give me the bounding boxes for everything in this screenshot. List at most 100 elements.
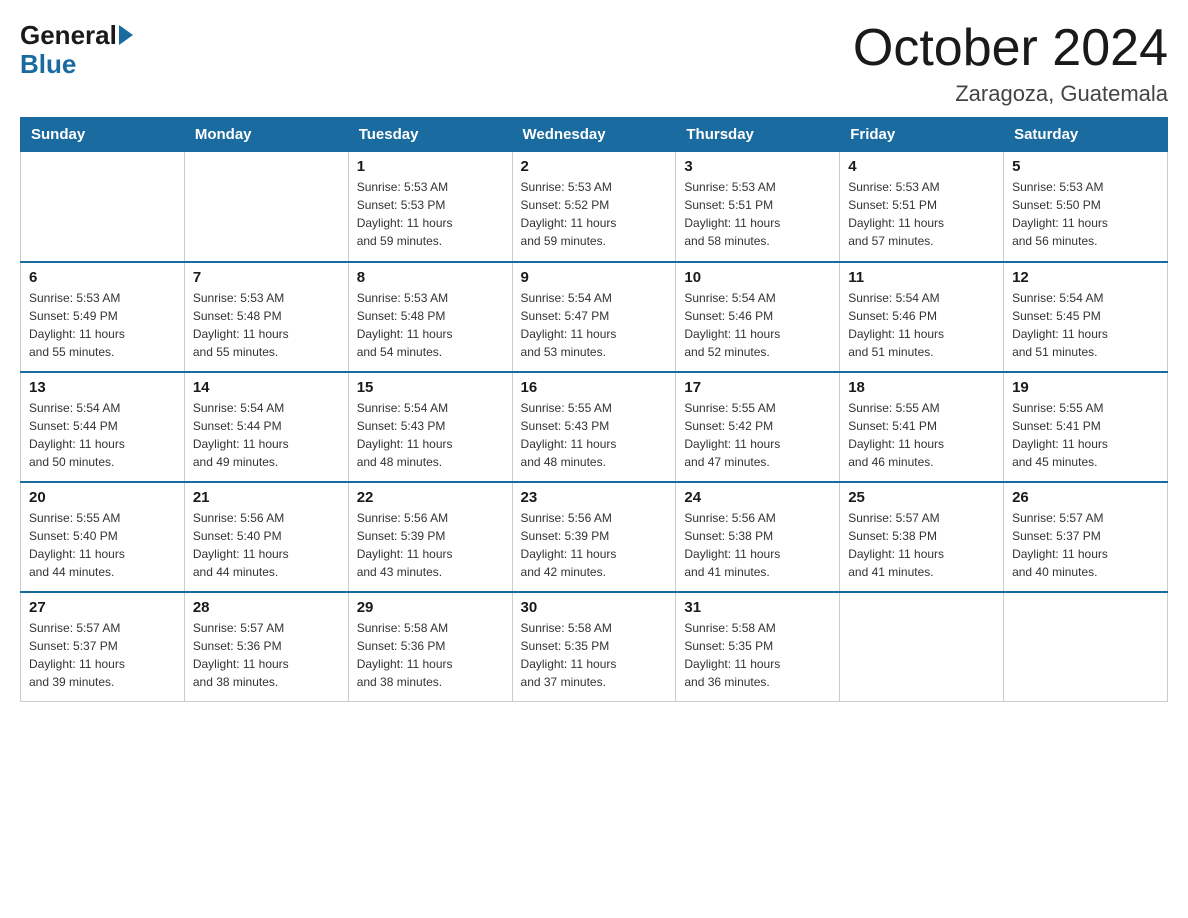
day-info: Sunrise: 5:55 AM Sunset: 5:40 PM Dayligh… xyxy=(29,509,176,581)
weekday-header-tuesday: Tuesday xyxy=(348,118,512,152)
day-info: Sunrise: 5:53 AM Sunset: 5:52 PM Dayligh… xyxy=(521,178,668,250)
calendar-cell: 20Sunrise: 5:55 AM Sunset: 5:40 PM Dayli… xyxy=(21,482,185,592)
day-number: 7 xyxy=(193,269,340,286)
day-info: Sunrise: 5:56 AM Sunset: 5:40 PM Dayligh… xyxy=(193,509,340,581)
calendar-cell: 8 Sunrise: 5:53 AM Sunset: 5:48 PM Daylig… xyxy=(348,262,512,372)
calendar-cell: 12Sunrise: 5:54 AM Sunset: 5:45 PM Dayli… xyxy=(1004,262,1168,372)
weekday-header-thursday: Thursday xyxy=(676,118,840,152)
calendar-cell: 1Sunrise: 5:53 AM Sunset: 5:53 PM Daylig… xyxy=(348,152,512,262)
day-number: 2 xyxy=(521,158,668,175)
day-number: 25 xyxy=(848,489,995,506)
day-number: 28 xyxy=(193,599,340,616)
calendar-cell: 4 Sunrise: 5:53 AM Sunset: 5:51 PM Daylig… xyxy=(840,152,1004,262)
calendar-cell: 31 Sunrise: 5:58 AM Sunset: 5:35 PM Dayli… xyxy=(676,592,840,702)
location-title: Zaragoza, Guatemala xyxy=(853,81,1168,107)
day-number: 5 xyxy=(1012,158,1159,175)
calendar-cell: 6Sunrise: 5:53 AM Sunset: 5:49 PM Daylig… xyxy=(21,262,185,372)
day-info: Sunrise: 5:56 AM Sunset: 5:39 PM Dayligh… xyxy=(357,509,504,581)
day-number: 8 xyxy=(357,269,504,286)
calendar-cell: 5 Sunrise: 5:53 AM Sunset: 5:50 PM Daylig… xyxy=(1004,152,1168,262)
calendar-cell: 27 Sunrise: 5:57 AM Sunset: 5:37 PM Dayli… xyxy=(21,592,185,702)
weekday-header-monday: Monday xyxy=(184,118,348,152)
title-area: October 2024 Zaragoza, Guatemala xyxy=(853,20,1168,107)
day-info: Sunrise: 5:53 AM Sunset: 5:49 PM Dayligh… xyxy=(29,289,176,361)
day-number: 15 xyxy=(357,379,504,396)
calendar-cell: 3 Sunrise: 5:53 AM Sunset: 5:51 PM Daylig… xyxy=(676,152,840,262)
calendar-cell: 24Sunrise: 5:56 AM Sunset: 5:38 PM Dayli… xyxy=(676,482,840,592)
logo-blue-text: Blue xyxy=(20,49,76,80)
calendar-row-2: 6Sunrise: 5:53 AM Sunset: 5:49 PM Daylig… xyxy=(21,262,1168,372)
day-info: Sunrise: 5:53 AM Sunset: 5:50 PM Dayligh… xyxy=(1012,178,1159,250)
day-info: Sunrise: 5:54 AM Sunset: 5:46 PM Dayligh… xyxy=(848,289,995,361)
day-info: Sunrise: 5:57 AM Sunset: 5:37 PM Dayligh… xyxy=(29,619,176,691)
weekday-header-row: SundayMondayTuesdayWednesdayThursdayFrid… xyxy=(21,118,1168,152)
day-info: Sunrise: 5:55 AM Sunset: 5:42 PM Dayligh… xyxy=(684,399,831,471)
calendar-row-1: 1Sunrise: 5:53 AM Sunset: 5:53 PM Daylig… xyxy=(21,152,1168,262)
weekday-header-friday: Friday xyxy=(840,118,1004,152)
calendar-cell xyxy=(1004,592,1168,702)
day-number: 3 xyxy=(684,158,831,175)
day-number: 16 xyxy=(521,379,668,396)
calendar-cell: 18Sunrise: 5:55 AM Sunset: 5:41 PM Dayli… xyxy=(840,372,1004,482)
calendar-cell: 9 Sunrise: 5:54 AM Sunset: 5:47 PM Daylig… xyxy=(512,262,676,372)
day-info: Sunrise: 5:54 AM Sunset: 5:44 PM Dayligh… xyxy=(193,399,340,471)
day-number: 22 xyxy=(357,489,504,506)
month-title: October 2024 xyxy=(853,20,1168,77)
day-info: Sunrise: 5:54 AM Sunset: 5:47 PM Dayligh… xyxy=(521,289,668,361)
calendar-cell: 10Sunrise: 5:54 AM Sunset: 5:46 PM Dayli… xyxy=(676,262,840,372)
day-number: 14 xyxy=(193,379,340,396)
day-info: Sunrise: 5:58 AM Sunset: 5:35 PM Dayligh… xyxy=(521,619,668,691)
day-info: Sunrise: 5:53 AM Sunset: 5:48 PM Dayligh… xyxy=(357,289,504,361)
day-number: 23 xyxy=(521,489,668,506)
calendar-cell xyxy=(184,152,348,262)
calendar-cell: 26 Sunrise: 5:57 AM Sunset: 5:37 PM Dayli… xyxy=(1004,482,1168,592)
calendar-row-5: 27 Sunrise: 5:57 AM Sunset: 5:37 PM Dayli… xyxy=(21,592,1168,702)
day-info: Sunrise: 5:58 AM Sunset: 5:35 PM Dayligh… xyxy=(684,619,831,691)
day-info: Sunrise: 5:55 AM Sunset: 5:43 PM Dayligh… xyxy=(521,399,668,471)
logo-general-text: General xyxy=(20,20,117,51)
day-info: Sunrise: 5:58 AM Sunset: 5:36 PM Dayligh… xyxy=(357,619,504,691)
day-number: 12 xyxy=(1012,269,1159,286)
logo-triangle-icon xyxy=(119,25,133,45)
day-info: Sunrise: 5:55 AM Sunset: 5:41 PM Dayligh… xyxy=(848,399,995,471)
day-info: Sunrise: 5:53 AM Sunset: 5:51 PM Dayligh… xyxy=(848,178,995,250)
calendar-row-3: 13 Sunrise: 5:54 AM Sunset: 5:44 PM Dayli… xyxy=(21,372,1168,482)
calendar-cell: 29 Sunrise: 5:58 AM Sunset: 5:36 PM Dayli… xyxy=(348,592,512,702)
day-number: 27 xyxy=(29,599,176,616)
calendar-cell: 22 Sunrise: 5:56 AM Sunset: 5:39 PM Dayli… xyxy=(348,482,512,592)
day-number: 13 xyxy=(29,379,176,396)
day-info: Sunrise: 5:57 AM Sunset: 5:38 PM Dayligh… xyxy=(848,509,995,581)
day-info: Sunrise: 5:53 AM Sunset: 5:51 PM Dayligh… xyxy=(684,178,831,250)
day-number: 21 xyxy=(193,489,340,506)
calendar-cell: 23 Sunrise: 5:56 AM Sunset: 5:39 PM Dayli… xyxy=(512,482,676,592)
calendar-cell: 15 Sunrise: 5:54 AM Sunset: 5:43 PM Dayli… xyxy=(348,372,512,482)
day-number: 29 xyxy=(357,599,504,616)
calendar-cell: 21 Sunrise: 5:56 AM Sunset: 5:40 PM Dayli… xyxy=(184,482,348,592)
calendar-cell: 2 Sunrise: 5:53 AM Sunset: 5:52 PM Daylig… xyxy=(512,152,676,262)
day-number: 26 xyxy=(1012,489,1159,506)
calendar-cell: 11 Sunrise: 5:54 AM Sunset: 5:46 PM Dayli… xyxy=(840,262,1004,372)
calendar-cell xyxy=(840,592,1004,702)
calendar-cell: 16 Sunrise: 5:55 AM Sunset: 5:43 PM Dayli… xyxy=(512,372,676,482)
day-info: Sunrise: 5:57 AM Sunset: 5:37 PM Dayligh… xyxy=(1012,509,1159,581)
calendar-cell: 30Sunrise: 5:58 AM Sunset: 5:35 PM Dayli… xyxy=(512,592,676,702)
day-number: 9 xyxy=(521,269,668,286)
day-number: 24 xyxy=(684,489,831,506)
weekday-header-saturday: Saturday xyxy=(1004,118,1168,152)
calendar-row-4: 20Sunrise: 5:55 AM Sunset: 5:40 PM Dayli… xyxy=(21,482,1168,592)
calendar-table: SundayMondayTuesdayWednesdayThursdayFrid… xyxy=(20,117,1168,702)
day-number: 11 xyxy=(848,269,995,286)
day-number: 4 xyxy=(848,158,995,175)
calendar-cell: 17Sunrise: 5:55 AM Sunset: 5:42 PM Dayli… xyxy=(676,372,840,482)
header: General Blue October 2024 Zaragoza, Guat… xyxy=(20,20,1168,107)
day-info: Sunrise: 5:54 AM Sunset: 5:44 PM Dayligh… xyxy=(29,399,176,471)
day-info: Sunrise: 5:56 AM Sunset: 5:39 PM Dayligh… xyxy=(521,509,668,581)
calendar-cell xyxy=(21,152,185,262)
calendar-cell: 7Sunrise: 5:53 AM Sunset: 5:48 PM Daylig… xyxy=(184,262,348,372)
day-info: Sunrise: 5:55 AM Sunset: 5:41 PM Dayligh… xyxy=(1012,399,1159,471)
day-number: 19 xyxy=(1012,379,1159,396)
calendar-cell: 14 Sunrise: 5:54 AM Sunset: 5:44 PM Dayli… xyxy=(184,372,348,482)
calendar-cell: 25 Sunrise: 5:57 AM Sunset: 5:38 PM Dayli… xyxy=(840,482,1004,592)
day-number: 31 xyxy=(684,599,831,616)
day-info: Sunrise: 5:54 AM Sunset: 5:43 PM Dayligh… xyxy=(357,399,504,471)
